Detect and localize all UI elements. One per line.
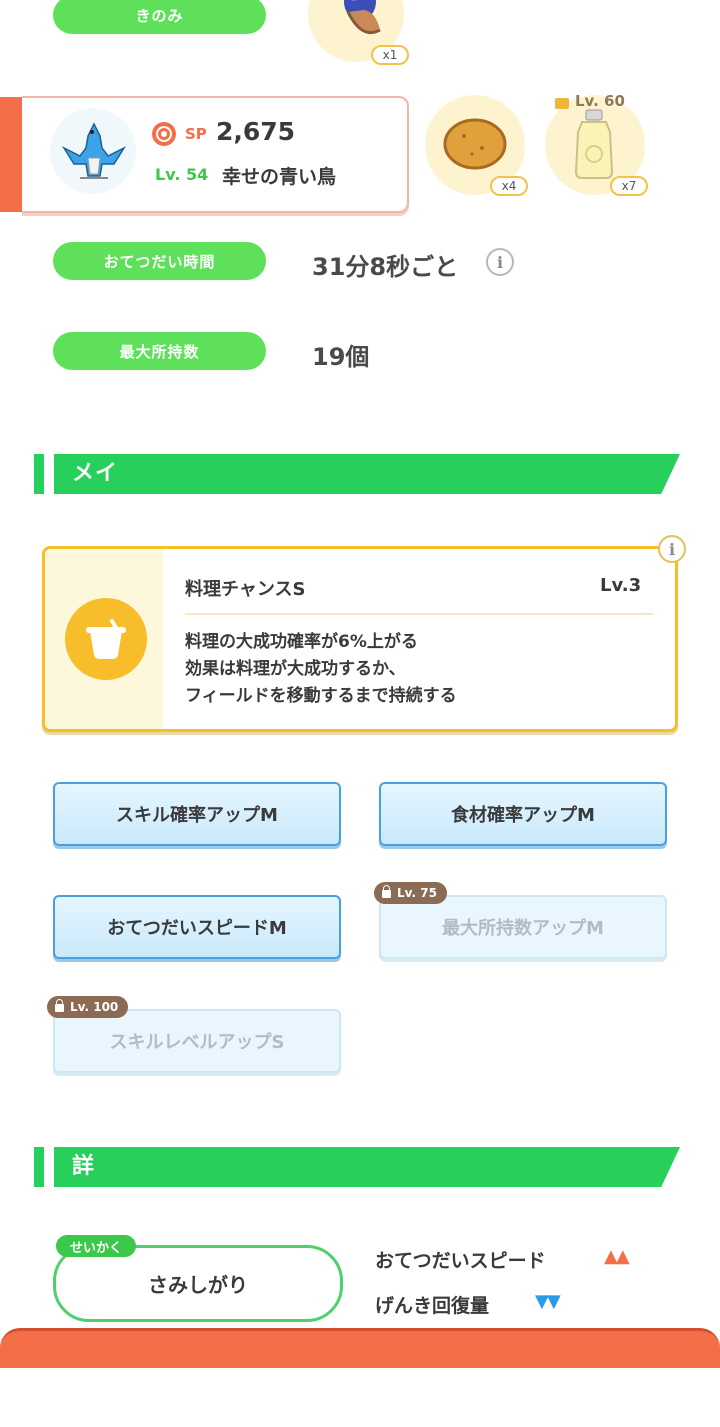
cooking-pot-icon xyxy=(65,598,147,680)
max-carry-label: 最大所持数 xyxy=(119,342,200,361)
main-skill-level: Lv.3 xyxy=(600,575,642,596)
main-skill-desc-line: フィールドを移動するまで持続する xyxy=(185,686,457,706)
main-skill-name: 料理チャンスS xyxy=(185,579,306,600)
sub-skill-lock-level: Lv. 75 xyxy=(397,886,437,900)
berry-qty-badge: x1 xyxy=(371,45,409,65)
nature-tag-label: せいかく xyxy=(70,1240,123,1256)
berry-label-pill: きのみ xyxy=(53,0,266,34)
berry-qty: x1 xyxy=(382,48,398,62)
help-time-info-icon[interactable]: i xyxy=(486,248,514,276)
berry-icon xyxy=(330,0,394,50)
sub-skill-lock-level: Lv. 100 xyxy=(70,1000,119,1014)
skills-section-title: メインスキル・サブスキル xyxy=(72,461,119,726)
sp-value: 2,675 xyxy=(216,117,296,146)
potato-icon xyxy=(442,116,508,176)
sub-skill-button[interactable]: 食材確率アップM xyxy=(379,782,667,846)
sp-icon xyxy=(152,122,176,146)
oil-bottle-icon xyxy=(568,108,620,184)
max-carry-value: 19個 xyxy=(312,343,370,371)
max-carry-pill: 最大所持数 xyxy=(53,332,266,370)
lock-icon xyxy=(55,999,64,1012)
help-time-label: おてつだい時間 xyxy=(103,252,216,271)
lock-icon xyxy=(555,97,569,109)
sub-skill-label: おてつだいスピードM xyxy=(107,918,287,939)
nature-value: さみしがり xyxy=(148,1273,248,1297)
sp-label: SP xyxy=(185,125,207,143)
sub-skill-label: 食材確率アップM xyxy=(451,805,595,826)
main-skill-divider xyxy=(185,613,653,615)
ingredient-2-qty: x7 xyxy=(621,179,637,193)
main-skill-description: 料理の大成功確率が6%上がる 効果は料理が大成功するか、 フィールドを移動するま… xyxy=(185,629,457,710)
pokemon-name: 幸せの青い鳥 xyxy=(222,166,337,188)
sub-skill-button-locked[interactable]: スキルレベルアップS xyxy=(53,1009,341,1073)
sub-skill-lock-tag: Lv. 100 xyxy=(47,996,129,1018)
nature-tag: せいかく xyxy=(56,1235,137,1257)
sub-skill-label: 最大所持数アップM xyxy=(442,918,604,939)
ingredient-1-qty-badge: x4 xyxy=(490,176,528,196)
berry-label: きのみ xyxy=(135,6,184,25)
sub-skill-button[interactable]: スキル確率アップM xyxy=(53,782,341,846)
nature-up-arrows: ▲▲ xyxy=(604,1246,630,1267)
nature-down-stat: げんき回復量 xyxy=(375,1295,490,1317)
main-skill-desc-line: 効果は料理が大成功するか、 xyxy=(185,659,406,679)
help-time-value: 31分8秒ごと xyxy=(312,253,459,281)
nature-up-stat: おてつだいスピード xyxy=(375,1250,546,1272)
pokemon-avatar xyxy=(58,118,130,194)
main-skill-info-icon[interactable]: i xyxy=(658,535,686,563)
bottom-action-bar[interactable] xyxy=(0,1328,720,1368)
lock-icon xyxy=(382,885,391,898)
pokemon-level: Lv. 54 xyxy=(155,165,209,184)
ingredient-1-qty: x4 xyxy=(501,179,517,193)
help-time-pill: おてつだい時間 xyxy=(53,242,266,280)
sub-skill-label: スキルレベルアップS xyxy=(109,1032,285,1053)
main-skill-desc-line: 料理の大成功確率が6%上がる xyxy=(185,632,418,652)
sub-skill-label: スキル確率アップM xyxy=(116,805,278,826)
sub-skill-button[interactable]: おてつだいスピードM xyxy=(53,895,341,959)
details-section-title: 詳細ステータス xyxy=(72,1154,96,1419)
ingredient-2-qty-badge: x7 xyxy=(610,176,648,196)
sub-skill-button-locked[interactable]: 最大所持数アップM xyxy=(379,895,667,959)
nature-down-arrows: ▼▼ xyxy=(535,1291,561,1312)
sub-skill-lock-tag: Lv. 75 xyxy=(374,882,447,904)
